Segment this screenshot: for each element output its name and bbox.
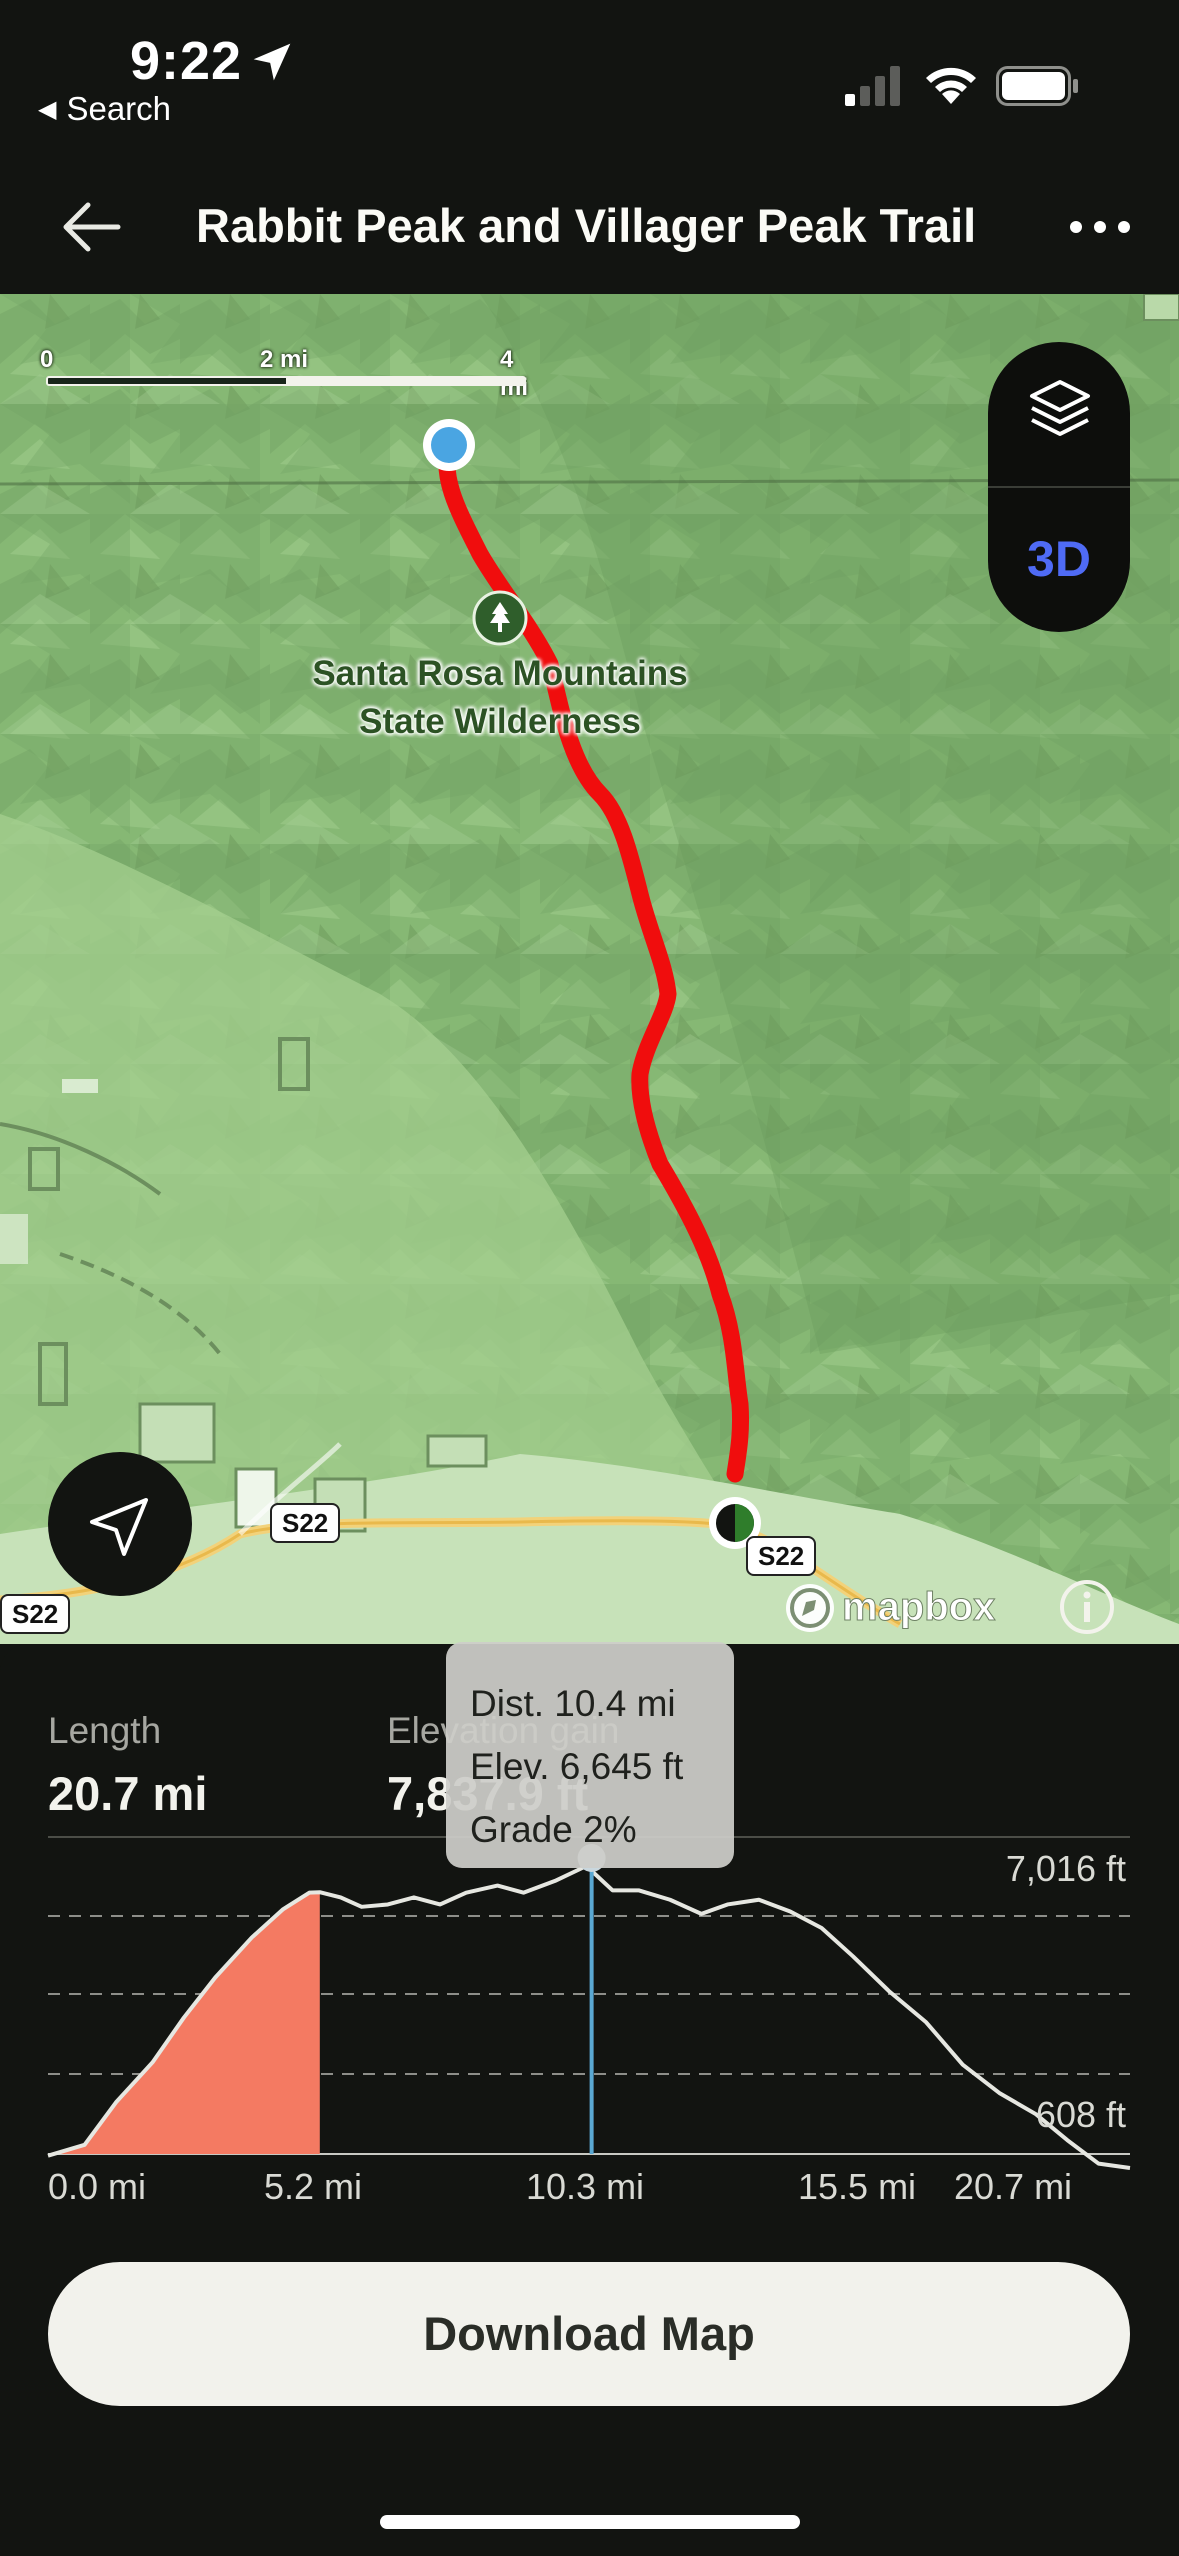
navigation-arrow-icon xyxy=(90,1498,148,1556)
length-label: Length xyxy=(48,1710,162,1751)
length-value: 20.7 mi xyxy=(48,1767,208,1820)
scale-label-2mi: 2 mi xyxy=(260,346,309,373)
tooltip-grade: Grade 2% xyxy=(470,1809,637,1850)
back-to-search-link[interactable]: ◀ Search xyxy=(38,90,171,128)
tooltip-distance: Dist. 10.4 mi xyxy=(470,1683,676,1724)
mapbox-logo: mapbox xyxy=(786,1584,996,1632)
x-tick-label: 15.5 mi xyxy=(798,2166,917,2207)
layers-icon[interactable] xyxy=(1024,374,1096,446)
x-tick-label: 0.0 mi xyxy=(48,2166,147,2207)
tree-icon[interactable] xyxy=(472,590,528,646)
elevation-highlight-area xyxy=(48,1892,320,2156)
mapbox-wordmark: mapbox xyxy=(842,1585,995,1629)
scale-label-4mi: 4 mi xyxy=(500,346,529,401)
wifi-icon xyxy=(926,67,976,104)
cellular-signal-icon xyxy=(845,66,900,106)
trailhead-start-marker[interactable] xyxy=(420,416,478,474)
x-tick-label: 20.7 mi xyxy=(954,2166,1073,2207)
toggle-3d-button[interactable]: 3D xyxy=(988,514,1130,604)
road-badge-s22: S22 xyxy=(270,1503,341,1543)
status-time: 9:22 xyxy=(130,31,243,91)
elevation-tooltip: Dist. 10.4 mi Elev. 6,645 ft Grade 2% xyxy=(446,1642,734,1868)
back-to-search-label: Search xyxy=(66,90,172,127)
wilderness-place-label: Santa Rosa Mountains State Wilderness xyxy=(240,650,760,746)
scale-label-0: 0 xyxy=(40,346,54,373)
home-indicator xyxy=(380,2515,800,2529)
place-label-line2: State Wilderness xyxy=(359,702,641,741)
tooltip-elevation: Elev. 6,645 ft xyxy=(470,1746,684,1787)
download-map-button[interactable]: Download Map xyxy=(48,2262,1130,2406)
page-title: Rabbit Peak and Villager Peak Trail xyxy=(196,199,977,252)
road-badge-s22: S22 xyxy=(746,1536,817,1576)
map-scale: 0 2 mi 4 mi xyxy=(40,346,529,406)
battery-icon xyxy=(996,66,1078,106)
back-triangle-icon: ◀ xyxy=(38,96,57,123)
more-options-icon[interactable] xyxy=(1066,200,1134,254)
y-max-label: 7,016 ft xyxy=(1005,1848,1126,1889)
location-arrow-icon xyxy=(253,43,291,81)
x-tick-label: 5.2 mi xyxy=(264,2166,363,2207)
road-badge-s22: S22 xyxy=(0,1594,71,1634)
info-icon[interactable] xyxy=(1058,1578,1116,1636)
place-label-line1: Santa Rosa Mountains xyxy=(312,654,688,693)
back-arrow-icon[interactable] xyxy=(54,190,128,264)
scale-bar xyxy=(46,376,526,386)
y-min-label: 608 ft xyxy=(1035,2094,1126,2135)
x-tick-label: 10.3 mi xyxy=(526,2166,645,2207)
elevation-profile-chart[interactable] xyxy=(0,1838,1179,2218)
